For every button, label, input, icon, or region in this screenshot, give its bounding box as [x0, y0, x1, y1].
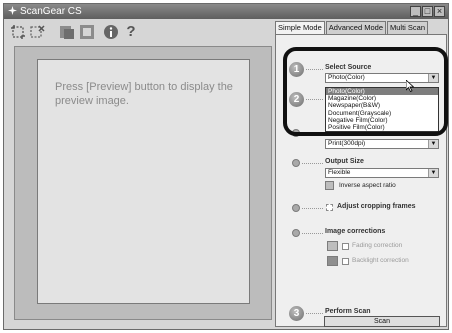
info-icon[interactable]	[102, 24, 120, 40]
zoom-icon[interactable]	[58, 24, 76, 40]
close-button[interactable]: ×	[434, 6, 445, 17]
step-divider	[302, 233, 323, 234]
mouse-cursor-icon	[405, 79, 415, 95]
backlight-correction-checkbox[interactable]	[342, 258, 349, 265]
output-size-step-icon	[292, 159, 300, 167]
adjust-step-icon	[292, 204, 300, 212]
scan-button[interactable]: Scan	[324, 316, 440, 327]
crop-icon[interactable]	[9, 24, 27, 40]
adjust-cropping-label: Adjust cropping frames	[337, 203, 416, 210]
minimize-button[interactable]: _	[410, 6, 421, 17]
mode-tabs: Simple Mode Advanced Mode Multi Scan	[275, 21, 429, 35]
tab-simple-mode[interactable]: Simple Mode	[275, 21, 325, 35]
step-divider	[302, 208, 323, 209]
app-icon	[8, 5, 17, 15]
tab-advanced-mode[interactable]: Advanced Mode	[325, 21, 386, 35]
destination-dropdown[interactable]: Print(300dpi) ▼	[325, 139, 439, 149]
preview-area: Press [Preview] button to display the pr…	[14, 46, 272, 320]
step-3-icon: 3	[289, 306, 304, 321]
output-size-value: Flexible	[328, 169, 351, 176]
preview-canvas[interactable]: Press [Preview] button to display the pr…	[37, 59, 250, 304]
output-size-label: Output Size	[325, 158, 364, 165]
output-size-dropdown[interactable]: Flexible ▼	[325, 168, 439, 178]
tab-multi-scan[interactable]: Multi Scan	[386, 21, 428, 35]
adjust-cropping-icon[interactable]	[326, 204, 333, 211]
title-bar: ScanGear CS _ □ ×	[4, 4, 448, 19]
chevron-down-icon: ▼	[428, 140, 438, 148]
corrections-step-icon	[292, 229, 300, 237]
help-icon[interactable]: ?	[122, 24, 140, 40]
image-corrections-label: Image corrections	[325, 228, 386, 235]
fading-correction-label: Fading correction	[352, 242, 403, 249]
fading-correction-checkbox[interactable]	[342, 243, 349, 250]
inverse-aspect-icon[interactable]	[325, 181, 334, 190]
clear-crop-icon[interactable]	[28, 24, 46, 40]
multi-crop-icon[interactable]	[78, 24, 96, 40]
callout-highlight	[283, 47, 448, 136]
inverse-aspect-label: Inverse aspect ratio	[339, 182, 396, 189]
step-divider	[302, 163, 323, 164]
destination-value: Print(300dpi)	[328, 140, 366, 147]
maximize-button[interactable]: □	[422, 6, 433, 17]
chevron-down-icon: ▼	[428, 169, 438, 177]
step-divider	[306, 313, 323, 314]
backlight-correction-label: Backlight correction	[352, 257, 409, 264]
backlight-correction-icon	[327, 256, 338, 266]
toolbar: ?	[4, 19, 272, 44]
perform-scan-label: Perform Scan	[325, 308, 371, 315]
preview-message: Press [Preview] button to display the pr…	[55, 81, 233, 107]
fading-correction-icon	[327, 241, 338, 251]
window-title: ScanGear CS	[20, 6, 82, 17]
